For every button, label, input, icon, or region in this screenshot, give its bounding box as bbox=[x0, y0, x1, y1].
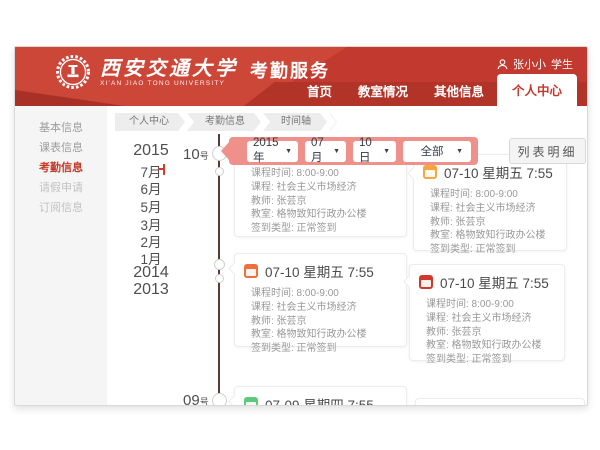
nav-classrooms[interactable]: 教室情况 bbox=[345, 76, 421, 106]
nav-other-info[interactable]: 其他信息 bbox=[421, 76, 497, 106]
chevron-down-icon: ▼ bbox=[456, 148, 463, 155]
breadcrumb-timeline[interactable]: 时间轴 bbox=[263, 113, 327, 131]
current-month-marker bbox=[158, 164, 165, 175]
timeline-year-2015[interactable]: 2015 bbox=[123, 142, 179, 160]
classroom: 教室: 格物致知行政办公楼 bbox=[235, 328, 406, 342]
calendar-icon bbox=[423, 165, 437, 179]
timeline-node-small bbox=[215, 274, 224, 283]
brand: 西安交通大学 XI'AN JIAO TONG UNIVERSITY 考勤服务 bbox=[55, 54, 330, 90]
university-name-en: XI'AN JIAO TONG UNIVERSITY bbox=[100, 80, 238, 87]
teacher-name: 教师: 张芸京 bbox=[410, 326, 564, 340]
user-icon bbox=[497, 59, 508, 70]
card-partial bbox=[415, 398, 585, 406]
filter-bar: 2015年▼ 07月▼ 10日▼ 全部▼ bbox=[229, 137, 478, 165]
chevron-down-icon: ▼ bbox=[333, 148, 340, 155]
classroom: 教室: 格物致知行政办公楼 bbox=[414, 229, 566, 243]
course-time: 课程时间: 8:00-9:00 bbox=[235, 167, 406, 181]
attendance-card: 07-10 星期五 7:55 课程时间: 8:00-9:00 课程: 社会主义市… bbox=[413, 154, 567, 251]
nav-home[interactable]: 首页 bbox=[294, 76, 345, 106]
user-info[interactable]: 张小小 学生 bbox=[497, 56, 573, 72]
year-dropdown-value: 2015年 bbox=[253, 137, 282, 165]
brand-text: 西安交通大学 XI'AN JIAO TONG UNIVERSITY bbox=[100, 57, 238, 87]
day-number: 09 bbox=[183, 392, 200, 406]
sidebar-item-subscription-info[interactable]: 订阅信息 bbox=[15, 198, 107, 218]
course-name: 课程: 社会主义市场经济 bbox=[410, 312, 564, 326]
sidebar-item-leave-request[interactable]: 请假申请 bbox=[15, 178, 107, 198]
breadcrumb-personal-center[interactable]: 个人中心 bbox=[115, 113, 185, 131]
type-dropdown[interactable]: 全部 ▼ bbox=[403, 141, 471, 162]
chevron-down-icon: ▼ bbox=[383, 148, 390, 155]
breadcrumb-attendance-info[interactable]: 考勤信息 bbox=[187, 113, 261, 131]
course-name: 课程: 社会主义市场经济 bbox=[235, 301, 406, 315]
user-name: 张小小 bbox=[513, 56, 546, 72]
day-number: 10 bbox=[183, 146, 200, 163]
attendance-card: 课程时间: 8:00-9:00 课程: 社会主义市场经济 教师: 张芸京 教室:… bbox=[234, 154, 407, 237]
teacher-name: 教师: 张芸京 bbox=[235, 315, 406, 329]
signin-type: 签到类型: 正常签到 bbox=[414, 243, 566, 257]
calendar-icon bbox=[244, 264, 258, 278]
timeline-node-small bbox=[215, 167, 224, 176]
year-dropdown[interactable]: 2015年▼ bbox=[247, 141, 298, 162]
breadcrumb-tail-chevron bbox=[329, 113, 337, 131]
sidebar: 基本信息 课表信息 考勤信息 请假申请 订阅信息 bbox=[15, 106, 107, 405]
chevron-down-icon: ▼ bbox=[285, 148, 292, 155]
attendance-card: 07-09 星期四 7:55 bbox=[234, 386, 407, 406]
attendance-card: 07-10 星期五 7:55 课程时间: 8:00-9:00 课程: 社会主义市… bbox=[409, 264, 565, 361]
teacher-name: 教师: 张芸京 bbox=[235, 195, 406, 209]
signin-type: 签到类型: 正常签到 bbox=[235, 222, 406, 236]
timeline-day-09[interactable]: 09号 bbox=[183, 392, 209, 406]
breadcrumb: 个人中心 考勤信息 时间轴 bbox=[115, 113, 337, 131]
classroom: 教室: 格物致知行政办公楼 bbox=[235, 208, 406, 222]
sidebar-item-schedule-info[interactable]: 课表信息 bbox=[15, 138, 107, 158]
type-dropdown-value: 全部 bbox=[421, 143, 444, 159]
university-name-cn: 西安交通大学 bbox=[100, 57, 238, 79]
sidebar-item-basic-info[interactable]: 基本信息 bbox=[15, 118, 107, 138]
attendance-card: 07-10 星期五 7:55 课程时间: 8:00-9:00 课程: 社会主义市… bbox=[234, 253, 407, 347]
course-time: 课程时间: 8:00-9:00 bbox=[235, 287, 406, 301]
course-name: 课程: 社会主义市场经济 bbox=[414, 202, 566, 216]
day-suffix: 号 bbox=[200, 151, 209, 161]
month-dropdown-value: 07月 bbox=[311, 137, 330, 165]
course-time: 课程时间: 8:00-9:00 bbox=[410, 298, 564, 312]
sidebar-item-attendance-info[interactable]: 考勤信息 bbox=[15, 158, 107, 178]
list-detail-button[interactable]: 列表明细 bbox=[509, 138, 586, 164]
nav-personal-center[interactable]: 个人中心 bbox=[497, 74, 577, 106]
timeline-node-large bbox=[212, 393, 227, 406]
timeline-month-jun[interactable]: 6月 bbox=[123, 178, 179, 198]
month-dropdown[interactable]: 07月▼ bbox=[305, 141, 346, 162]
timeline-node-medium bbox=[214, 259, 225, 270]
card-title: 07-10 星期五 7:55 bbox=[265, 261, 374, 281]
calendar-icon bbox=[244, 397, 258, 406]
main-nav: 首页 教室情况 其他信息 个人中心 bbox=[294, 74, 577, 106]
user-role: 学生 bbox=[551, 56, 573, 72]
app-window: 西安交通大学 XI'AN JIAO TONG UNIVERSITY 考勤服务 张… bbox=[14, 46, 588, 406]
signin-type: 签到类型: 正常签到 bbox=[410, 353, 564, 367]
day-dropdown[interactable]: 10日▼ bbox=[353, 141, 396, 162]
card-title: 07-10 星期五 7:55 bbox=[444, 162, 553, 182]
timeline-year-2014[interactable]: 2014 bbox=[123, 264, 179, 282]
day-suffix: 号 bbox=[200, 397, 209, 406]
calendar-icon bbox=[419, 275, 433, 289]
card-title: 07-10 星期五 7:55 bbox=[440, 272, 549, 292]
signin-type: 签到类型: 正常签到 bbox=[235, 342, 406, 356]
timeline-year-2013[interactable]: 2013 bbox=[123, 281, 179, 299]
teacher-name: 教师: 张芸京 bbox=[414, 216, 566, 230]
university-gear-logo-icon bbox=[55, 54, 91, 90]
card-title: 07-09 星期四 7:55 bbox=[265, 394, 374, 406]
timeline-day-10[interactable]: 10号 bbox=[183, 146, 209, 163]
course-name: 课程: 社会主义市场经济 bbox=[235, 181, 406, 195]
classroom: 教室: 格物致知行政办公楼 bbox=[410, 339, 564, 353]
course-time: 课程时间: 8:00-9:00 bbox=[414, 188, 566, 202]
timeline-month-may[interactable]: 5月 bbox=[123, 196, 179, 216]
day-dropdown-value: 10日 bbox=[359, 137, 380, 165]
app-header: 西安交通大学 XI'AN JIAO TONG UNIVERSITY 考勤服务 张… bbox=[15, 47, 587, 106]
